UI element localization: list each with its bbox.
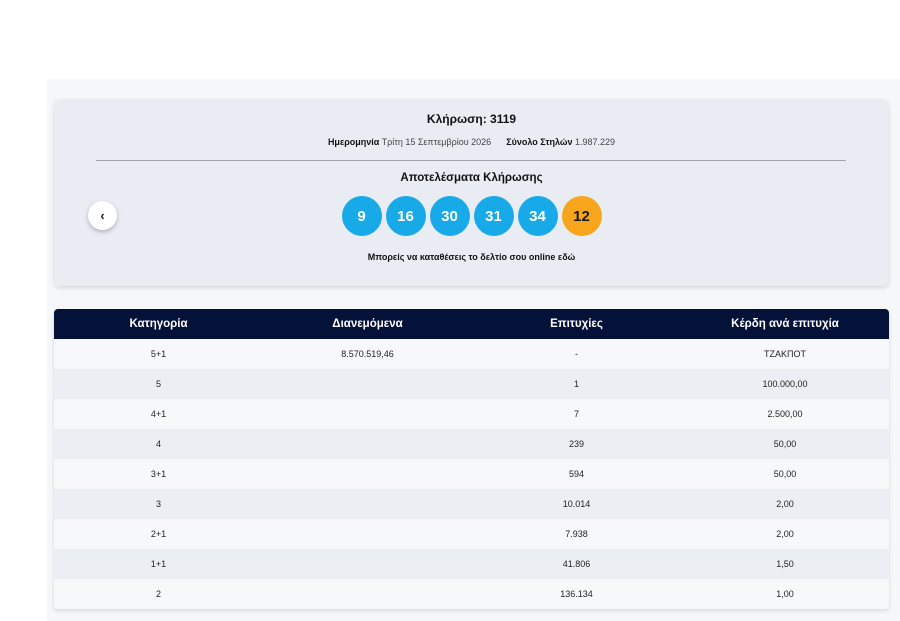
bonus-ball: 12 (561, 196, 602, 236)
cell-prize: 50,00 (773, 469, 797, 479)
table-row: 5+1 8.570.519,46 - ΤΖΑΚΠΟΤ (54, 339, 889, 369)
cell-prize: 2,00 (776, 529, 794, 539)
cell-winners: 594 (568, 469, 585, 479)
cell-winners: 7 (573, 409, 579, 419)
table-row: 3 10.014 2,00 (54, 489, 889, 519)
cell-prize: 2,00 (776, 499, 794, 509)
cell-distributed: 8.570.519,46 (341, 349, 394, 359)
cell-winners: - (575, 349, 578, 359)
cell-category: 3 (155, 499, 161, 509)
table-row: 1+1 41.806 1,50 (54, 549, 889, 579)
cell-winners: 41.806 (562, 559, 591, 569)
columns-label: Σύνολο Στηλών (506, 137, 573, 147)
number-ball: 16 (385, 196, 426, 236)
cell-prize: 2.500,00 (767, 409, 803, 419)
cell-category: 4 (155, 439, 161, 449)
number-ball: 34 (517, 196, 558, 236)
cell-prize: ΤΖΑΚΠΟΤ (764, 349, 806, 359)
draw-title: Κλήρωση: 3119 (426, 112, 517, 126)
date-label: Ημερομηνία (327, 137, 380, 147)
cell-category: 2 (155, 589, 161, 599)
cell-prize: 1,50 (776, 559, 794, 569)
cell-category: 3+1 (150, 469, 167, 479)
cell-prize: 1,00 (776, 589, 794, 599)
draw-meta: Ημερομηνία Τρίτη 15 Σεπτεμβρίου 2026 Σύν… (54, 137, 889, 147)
cell-winners: 239 (568, 439, 585, 449)
table-row: 5 1 100.000,00 (54, 369, 889, 399)
draw-card: Κλήρωση: 3119 Ημερομηνία Τρίτη 15 Σεπτεμ… (54, 99, 889, 286)
number-ball: 30 (429, 196, 470, 236)
number-ball: 9 (341, 196, 382, 236)
divider (96, 160, 846, 161)
date-value: Τρίτη 15 Σεπτεμβρίου 2026 (381, 137, 492, 147)
table-row: 2 136.134 1,00 (54, 579, 889, 609)
cell-category: 1+1 (150, 559, 167, 569)
cell-prize: 50,00 (773, 439, 797, 449)
cell-winners: 7.938 (565, 529, 588, 539)
prize-table: Κατηγορία Διανεμόμενα Επιτυχίες Κέρδη αν… (54, 309, 889, 609)
header-winners: Επιτυχίες (550, 318, 603, 330)
cell-winners: 136.134 (560, 589, 593, 599)
table-row: 3+1 594 50,00 (54, 459, 889, 489)
table-row: 4 239 50,00 (54, 429, 889, 459)
table-row: 4+1 7 2.500,00 (54, 399, 889, 429)
online-ticket-link[interactable]: Μπορείς να καταθέσεις το δελτίο σου onli… (54, 252, 889, 262)
cell-category: 5 (155, 379, 161, 389)
cell-category: 4+1 (150, 409, 167, 419)
header-prize-per-winner: Κέρδη ανά επιτυχία (731, 318, 839, 330)
cell-prize: 100.000,00 (762, 379, 808, 389)
table-body: 5+1 8.570.519,46 - ΤΖΑΚΠΟΤ 5 1 100.000,00 4+1 7 2… (54, 339, 889, 609)
cell-category: 5+1 (150, 349, 167, 359)
number-ball: 31 (473, 196, 514, 236)
header-category: Κατηγορία (129, 318, 188, 330)
cell-winners: 10.014 (562, 499, 591, 509)
table-row: 2+1 7.938 2,00 (54, 519, 889, 549)
table-header: Κατηγορία Διανεμόμενα Επιτυχίες Κέρδη αν… (54, 309, 889, 339)
cell-category: 2+1 (150, 529, 167, 539)
drawn-numbers: 9 16 30 31 34 12 (54, 196, 889, 236)
header-distributed: Διανεμόμενα (332, 318, 403, 330)
cell-winners: 1 (573, 379, 579, 389)
results-title: Αποτελέσματα Κλήρωσης (400, 172, 543, 184)
columns-value: 1.987.229 (575, 137, 616, 147)
